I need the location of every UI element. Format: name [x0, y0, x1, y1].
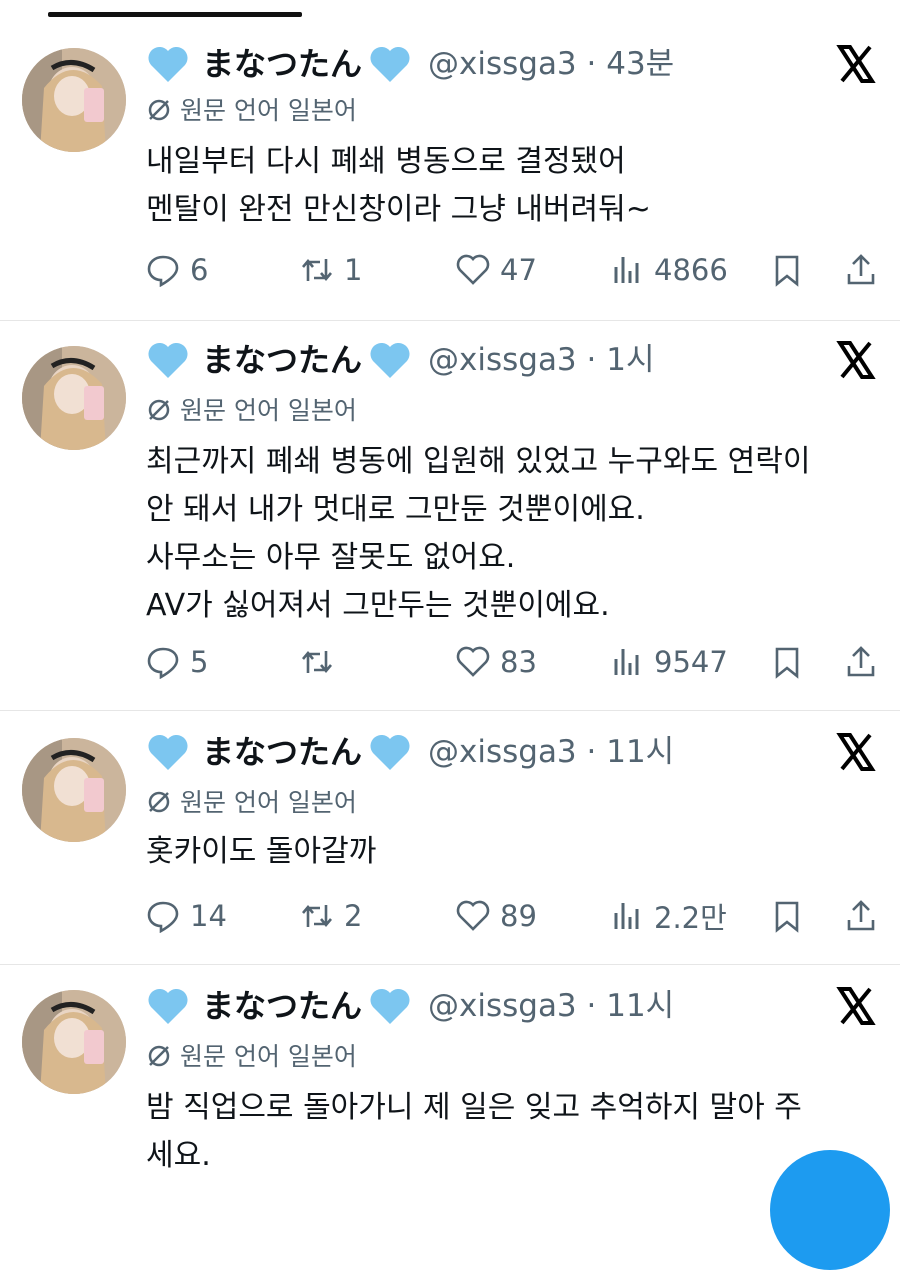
share-button[interactable] — [844, 250, 888, 290]
avatar[interactable] — [22, 48, 126, 152]
bookmark-icon — [775, 255, 799, 287]
avatar[interactable] — [22, 990, 126, 1094]
action-bar: 14 2 89 2.2만 — [0, 896, 900, 936]
display-name[interactable]: まなつたん — [202, 44, 362, 84]
share-button[interactable] — [844, 896, 888, 936]
reply-icon — [147, 901, 179, 933]
share-icon — [847, 646, 875, 677]
x-logo-icon[interactable] — [836, 340, 876, 380]
translate-label[interactable]: 원문 언어 일본어 — [146, 1040, 357, 1074]
reply-icon — [147, 255, 179, 287]
views-button[interactable]: 9547 — [610, 642, 728, 682]
handle-timestamp[interactable]: @xissga3 · 11시 — [428, 732, 674, 772]
translate-label[interactable]: 원문 언어 일본어 — [146, 786, 357, 820]
globe-icon — [148, 791, 170, 813]
repost-button[interactable]: 2 — [300, 896, 362, 936]
x-logo-icon[interactable] — [836, 44, 876, 84]
repost-icon — [302, 258, 332, 282]
action-bar: 5 83 9547 — [0, 642, 900, 682]
translate-text: 원문 언어 일본어 — [180, 788, 357, 817]
globe-icon — [148, 399, 170, 421]
bookmark-icon — [775, 901, 799, 933]
views-button[interactable]: 2.2만 — [610, 896, 727, 936]
reply-icon — [147, 647, 179, 679]
like-button[interactable]: 83 — [456, 642, 537, 682]
blue-heart-icon — [370, 46, 410, 82]
tweet-text: 최근까지 폐쇄 병동에 입원해 있었고 누구와도 연락이 안 돼서 내가 멋대로… — [146, 444, 811, 623]
blue-heart-icon — [148, 734, 188, 770]
views-button[interactable]: 4866 — [610, 250, 728, 290]
blue-heart-icon — [148, 46, 188, 82]
translate-text: 원문 언어 일본어 — [180, 396, 357, 425]
tweet[interactable]: まなつたん @xissga3 · 43분 원문 언어 일본어 내일부터 다시 폐… — [0, 28, 900, 321]
heart-outline-icon — [456, 254, 490, 285]
compose-button[interactable] — [770, 1150, 890, 1270]
blue-heart-icon — [148, 342, 188, 378]
repost-icon — [302, 650, 332, 674]
display-name[interactable]: まなつたん — [202, 340, 362, 380]
globe-icon — [148, 1045, 170, 1067]
bookmark-icon — [775, 647, 799, 679]
bookmark-button[interactable] — [770, 896, 814, 936]
share-icon — [847, 254, 875, 285]
avatar[interactable] — [22, 738, 126, 842]
translate-label[interactable]: 원문 언어 일본어 — [146, 94, 357, 128]
share-button[interactable] — [844, 642, 888, 682]
blue-heart-icon — [370, 734, 410, 770]
reply-button[interactable]: 6 — [146, 250, 208, 290]
bookmark-button[interactable] — [770, 642, 814, 682]
blue-heart-icon — [148, 988, 188, 1024]
handle-timestamp[interactable]: @xissga3 · 1시 — [428, 340, 654, 380]
like-button[interactable]: 47 — [456, 250, 537, 290]
action-bar: 6 1 47 4866 — [0, 250, 900, 290]
tweet-text: 밤 직업으로 돌아가니 제 일은 잊고 추억하지 말아 주 세요. — [146, 1090, 802, 1173]
reply-button[interactable]: 5 — [146, 642, 208, 682]
tweet[interactable]: まなつたん @xissga3 · 11시 원문 언어 일본어 밤 직업으로 돌아… — [0, 964, 900, 1174]
views-chart-icon — [614, 649, 639, 675]
x-logo-icon[interactable] — [836, 732, 876, 772]
status-bar-indicator — [48, 12, 302, 17]
tweet[interactable]: まなつたん @xissga3 · 11시 원문 언어 일본어 홋카이도 돌아갈까… — [0, 710, 900, 965]
tweet[interactable]: まなつたん @xissga3 · 1시 원문 언어 일본어 최근까지 폐쇄 병동… — [0, 320, 900, 711]
translate-text: 원문 언어 일본어 — [180, 96, 357, 125]
translate-text: 원문 언어 일본어 — [180, 1042, 357, 1071]
heart-outline-icon — [456, 900, 490, 931]
share-icon — [847, 900, 875, 931]
display-name[interactable]: まなつたん — [202, 732, 362, 772]
handle-timestamp[interactable]: @xissga3 · 11시 — [428, 986, 674, 1026]
repost-button[interactable] — [300, 642, 344, 682]
repost-icon — [302, 904, 332, 928]
views-chart-icon — [614, 257, 639, 283]
tweet-text: 홋카이도 돌아갈까 — [146, 834, 377, 869]
like-button[interactable]: 89 — [456, 896, 537, 936]
views-chart-icon — [614, 903, 639, 929]
repost-button[interactable]: 1 — [300, 250, 362, 290]
heart-outline-icon — [456, 646, 490, 677]
translate-label[interactable]: 원문 언어 일본어 — [146, 394, 357, 428]
tweet-text: 내일부터 다시 폐쇄 병동으로 결정됐어 멘탈이 완전 만신창이라 그냥 내버려… — [146, 144, 651, 227]
blue-heart-icon — [370, 988, 410, 1024]
handle-timestamp[interactable]: @xissga3 · 43분 — [428, 44, 674, 84]
avatar[interactable] — [22, 346, 126, 450]
globe-icon — [148, 99, 170, 121]
display-name[interactable]: まなつたん — [202, 986, 362, 1026]
bookmark-button[interactable] — [770, 250, 814, 290]
blue-heart-icon — [370, 342, 410, 378]
reply-button[interactable]: 14 — [146, 896, 227, 936]
x-logo-icon[interactable] — [836, 986, 876, 1026]
